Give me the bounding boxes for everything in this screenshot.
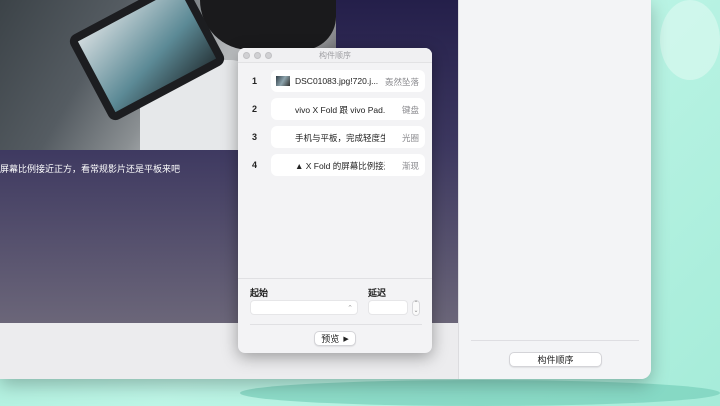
item-label: 手机与平板，完成轻度生... [295,133,385,143]
item-effect: 轰然坠落 [384,77,419,87]
item-index: 4 [252,160,258,170]
minimize-button[interactable] [254,52,261,59]
start-label: 起始 [250,288,269,298]
item-card[interactable]: vivo X Fold 跟 vivo Pad... 键盘 [271,98,425,120]
panel-titlebar[interactable]: 构件顺序 [238,48,432,63]
item-effect: 光圈 [401,133,419,143]
item-card[interactable]: ▲ X Fold 的屏幕比例接近... 渐现 [271,154,425,176]
item-effect: 渐现 [401,161,419,171]
item-label: ▲ X Fold 的屏幕比例接近... [295,161,385,171]
chevron-updown-icon: ⌃ [347,305,353,312]
preview-button[interactable]: 预览 ▶ [314,331,356,346]
item-effect: 键盘 [401,105,419,115]
item-index: 3 [252,132,258,142]
preview-label: 预览 [321,334,340,344]
item-label: DSC01083.jpg!720.j... [295,76,379,86]
image-thumbnail-icon [276,76,290,86]
item-label: vivo X Fold 跟 vivo Pad... [295,105,385,115]
item-card[interactable]: DSC01083.jpg!720.j... 轰然坠落 [271,70,425,92]
divider [250,324,422,325]
build-order-button[interactable]: 构件顺序 [509,352,602,367]
list-item[interactable]: 3 手机与平板，完成轻度生... 光圈 [238,126,432,148]
list-item[interactable]: 1 DSC01083.jpg!720.j... 轰然坠落 [238,70,432,92]
list-item[interactable]: 2 vivo X Fold 跟 vivo Pad... 键盘 [238,98,432,120]
desktop-wallpaper-shape [240,380,720,406]
photo-hair [200,0,336,50]
delay-stepper[interactable]: ⌃ ⌄ [412,300,420,316]
start-select[interactable]: ⌃ [250,300,358,315]
desktop-wallpaper-shape [660,0,720,80]
delay-label: 延迟 [368,288,387,298]
slide-caption[interactable]: 屏幕比例接近正方，看常规影片还是平板来吧 [0,162,180,175]
divider [238,278,432,279]
animate-sidebar: 构件顺序 [458,0,651,379]
item-card[interactable]: 手机与平板，完成轻度生... 光圈 [271,126,425,148]
play-icon: ▶ [343,335,349,343]
close-button[interactable] [243,52,250,59]
divider [471,340,639,341]
zoom-button[interactable] [265,52,272,59]
delay-input[interactable] [368,300,408,315]
item-index: 2 [252,104,258,114]
build-order-panel: 构件顺序 1 DSC01083.jpg!720.j... 轰然坠落 2 vivo… [238,48,432,353]
item-index: 1 [252,76,258,86]
list-item[interactable]: 4 ▲ X Fold 的屏幕比例接近... 渐现 [238,154,432,176]
